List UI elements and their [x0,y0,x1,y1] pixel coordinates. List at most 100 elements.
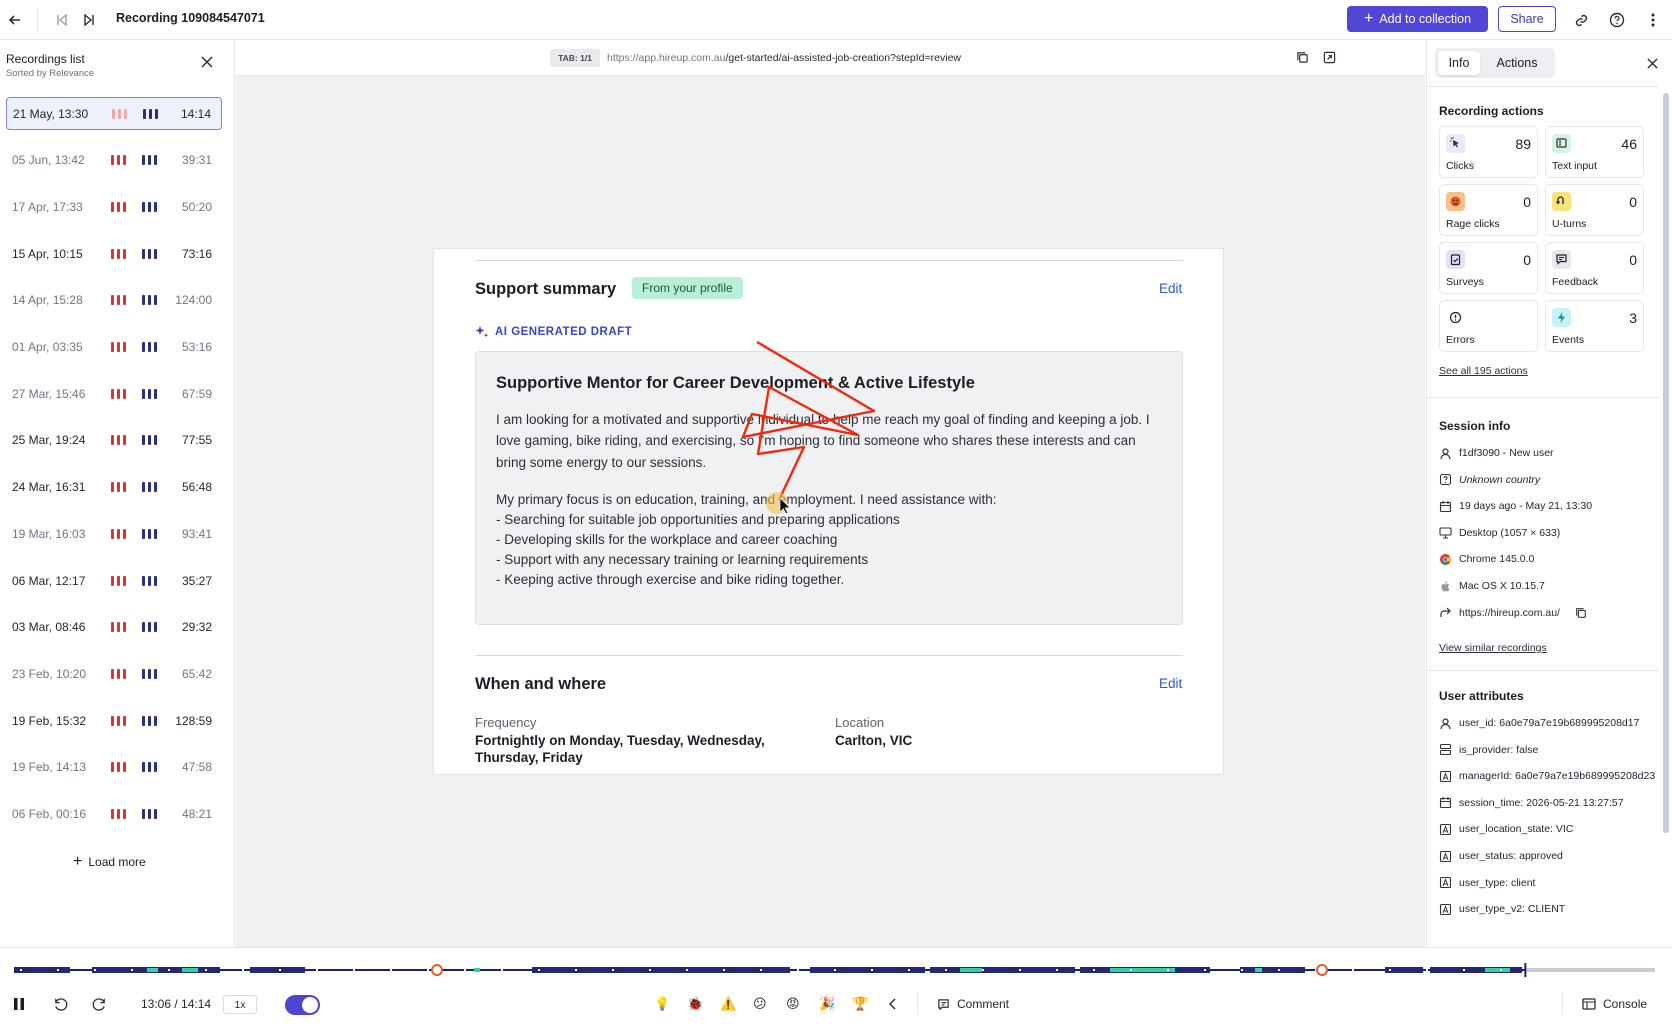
action-label: Errors [1446,334,1475,346]
back-arrow-icon[interactable] [3,8,27,32]
rage-click-marker[interactable] [1316,964,1328,976]
recording-list-item[interactable]: 23 Feb, 10:20 65:42 [6,657,222,690]
trophy-icon[interactable]: 🏆 [852,994,868,1014]
copy-icon[interactable] [1296,51,1309,67]
rewind-10-icon[interactable] [53,994,68,1014]
comment-button[interactable]: Comment [937,994,1009,1014]
recording-date: 19 Feb, 15:32 [12,713,87,728]
activity-indicator-red [111,482,126,493]
action-card-events[interactable]: 3 Events [1545,300,1644,352]
recording-list-item[interactable]: 25 Mar, 19:24 77:55 [6,424,222,457]
recording-list-item[interactable]: 19 Feb, 14:13 47:58 [6,751,222,784]
recording-duration: 56:48 [181,480,212,495]
action-card-u-turns[interactable]: 0 U-turns [1545,184,1644,236]
action-card-feedback[interactable]: 0 Feedback [1545,242,1644,294]
help-icon[interactable] [1605,8,1629,32]
recording-list-item[interactable]: 03 Mar, 08:46 29:32 [6,611,222,644]
calendar-icon [1439,796,1452,809]
top-bar: Recording 109084547071 + Add to collecti… [0,0,1672,40]
frequency-value: Fortnightly on Monday, Tuesday, Wednesda… [475,733,765,765]
recording-list-item[interactable]: 27 Mar, 15:46 67:59 [6,377,222,410]
action-count: 0 [1629,252,1637,268]
open-external-icon[interactable] [1323,51,1336,67]
skip-inactivity-toggle[interactable] [285,995,320,1015]
timeline-event-dot [279,969,281,971]
timeline-activity-segment [1240,967,1305,973]
copy-icon[interactable] [1575,607,1587,619]
view-similar-recordings-link[interactable]: View similar recordings [1439,642,1547,654]
action-card-rage-clicks[interactable]: 0 Rage clicks [1439,184,1538,236]
activity-indicator-blue [142,809,157,819]
recording-duration: 53:16 [181,340,212,354]
recording-list-item[interactable]: 06 Mar, 12:17 35:27 [6,564,222,597]
console-button[interactable]: Console [1582,994,1647,1014]
tab-actions[interactable]: Actions [1484,51,1550,75]
text-attr-icon [1439,903,1452,916]
rage-click-marker[interactable] [431,964,443,976]
previous-recording-icon[interactable] [50,8,74,32]
tab-info[interactable]: Info [1438,51,1480,75]
close-icon[interactable] [1646,57,1659,73]
add-to-collection-button[interactable]: + Add to collection [1347,6,1488,32]
see-all-actions-link[interactable]: See all 195 actions [1439,365,1528,377]
user-attributes-row: user_id: 6a0e79a7e19b689995208d17 [1439,714,1639,732]
text-input-icon [1552,134,1571,153]
action-label: Surveys [1446,276,1484,288]
recording-list-item[interactable]: 19 Mar, 16:03 93:41 [6,517,222,550]
recording-list-item[interactable]: 24 Mar, 16:31 56:48 [6,471,222,504]
timeline-event-dot [501,969,503,971]
page-url[interactable]: https://app.hireup.com.au/get-started/ai… [607,52,961,64]
user-attributes-row: user_location_state: VIC [1439,820,1573,838]
location-label: Location [835,715,885,730]
timeline-event-dot [1389,969,1391,971]
bug-icon[interactable]: 🐞 [687,994,703,1014]
timeline-event-dot [20,969,22,971]
share-button[interactable]: Share [1498,6,1556,32]
warning-icon[interactable]: ⚠️ [720,994,736,1014]
recording-list-item[interactable]: 15 Apr, 10:15 73:16 [6,237,222,270]
activity-indicator-red [111,342,126,352]
recording-list-item[interactable]: 01 Apr, 03:35 53:16 [6,331,222,364]
timeline-event-dot [575,969,577,971]
forward-10-icon[interactable] [92,994,107,1014]
action-card-surveys[interactable]: 0 Surveys [1439,242,1538,294]
activity-indicator-blue [142,201,157,212]
edit-when-where-link[interactable]: Edit [1159,676,1182,691]
recording-list-item[interactable]: 19 Feb, 15:32 128:59 [6,704,222,737]
console-label: Console [1603,997,1648,1011]
angry-face-icon[interactable]: 😡 [786,994,800,1014]
more-options-icon[interactable] [1641,8,1665,32]
party-icon[interactable]: 🎉 [819,994,835,1014]
action-card-errors[interactable]: Errors [1439,300,1538,352]
share-arrow-icon [1439,606,1452,619]
action-card-text-input[interactable]: 46 Text input [1545,126,1644,178]
confused-face-icon[interactable]: 😕 [753,994,767,1014]
info-panel-scrollbar[interactable] [1663,93,1669,833]
recording-list-item[interactable]: 17 Apr, 17:33 50:20 [6,190,222,223]
recording-list-item[interactable]: 14 Apr, 15:28 124:00 [6,284,222,317]
recording-date: 14 Apr, 15:28 [12,293,83,308]
close-icon[interactable] [200,55,216,71]
load-more-button[interactable]: + Load more [73,853,146,871]
pause-icon[interactable] [13,994,25,1014]
recording-list-item[interactable]: 06 Feb, 00:16 48:21 [6,798,222,831]
playback-speed-button[interactable]: 1x [223,995,257,1014]
action-card-clicks[interactable]: 89 Clicks [1439,126,1538,178]
bolt-icon [1552,308,1571,327]
activity-indicator-blue [142,295,157,306]
recording-list-item[interactable]: 21 May, 13:30 14:14 [6,97,222,130]
lightbulb-icon[interactable]: 💡 [654,994,670,1014]
timeline-event-dot [760,969,762,971]
info-text: Chrome 145.0.0 [1459,553,1535,566]
activity-indicator-blue [143,108,158,119]
playback-timeline[interactable] [0,962,1672,978]
info-text: Desktop (1057 × 633) [1459,526,1561,539]
recording-list-item[interactable]: 05 Jun, 13:42 39:31 [6,144,222,177]
link-icon[interactable] [1569,8,1593,32]
chevron-left-icon[interactable] [888,994,898,1014]
activity-indicator-red [111,762,126,773]
next-recording-icon[interactable] [77,8,101,32]
timeline-activity-segment [250,967,305,973]
activity-indicator-red [111,528,126,539]
recording-date: 01 Apr, 03:35 [12,340,83,354]
